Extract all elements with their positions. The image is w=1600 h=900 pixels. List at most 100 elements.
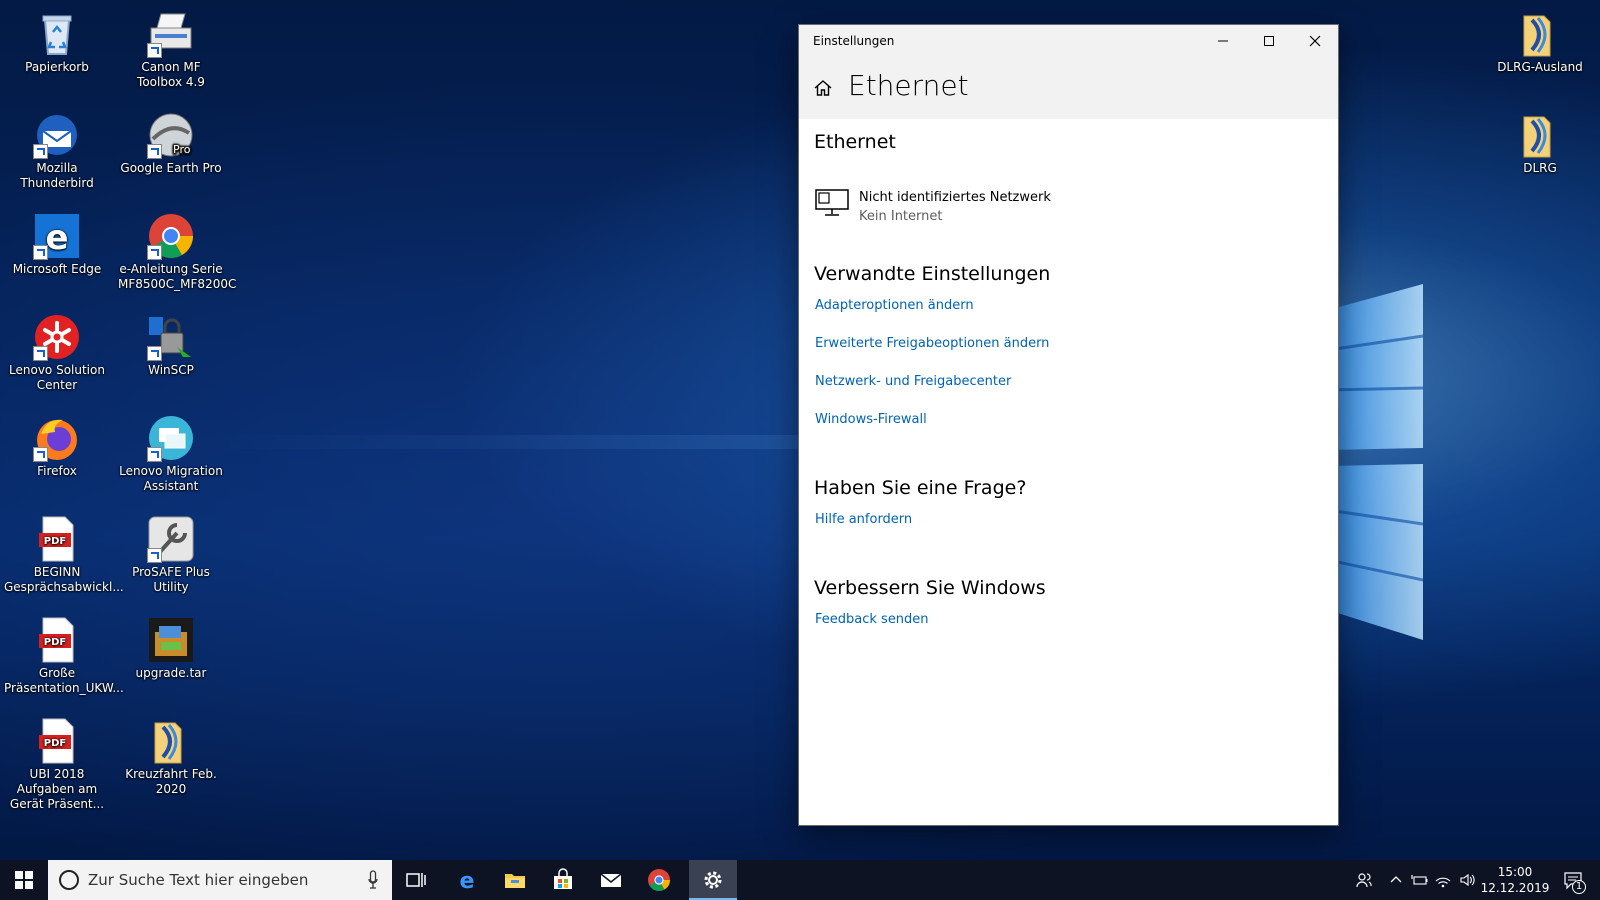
link-send-feedback[interactable]: Feedback senden bbox=[815, 612, 929, 627]
desktop-icon-thunderbird[interactable]: Mozilla Thunderbird bbox=[2, 105, 112, 191]
section-heading-question: Haben Sie eine Frage? bbox=[814, 477, 1027, 499]
volume-button[interactable] bbox=[1456, 860, 1478, 900]
home-icon[interactable] bbox=[813, 78, 833, 98]
desktop-icon-label: Lenovo Solution Center bbox=[9, 363, 105, 392]
desktop-icon-label: WinSCP bbox=[148, 363, 194, 377]
pdf-icon: PDF bbox=[33, 616, 81, 664]
desktop-icon-kreuzfahrt[interactable]: Kreuzfahrt Feb. 2020 bbox=[116, 711, 226, 797]
desktop-icon-edge[interactable]: e Microsoft Edge bbox=[2, 206, 112, 277]
desktop-icon-label: Firefox bbox=[37, 464, 77, 478]
search-placeholder: Zur Suche Text hier eingeben bbox=[88, 871, 309, 889]
network-status: Kein Internet bbox=[859, 209, 943, 224]
desktop-icon-pdf-ubi[interactable]: PDF UBI 2018 Aufgaben am Gerät Präsent..… bbox=[2, 711, 112, 812]
show-hidden-icons-button[interactable] bbox=[1386, 860, 1406, 900]
edge-icon: e bbox=[33, 212, 81, 260]
desktop-icon-label: DLRG bbox=[1523, 161, 1557, 175]
shortcut-arrow-icon bbox=[147, 144, 162, 159]
svg-text:PDF: PDF bbox=[44, 637, 66, 648]
windows-start-icon bbox=[15, 871, 33, 889]
people-button[interactable] bbox=[1352, 860, 1376, 900]
maximize-button[interactable] bbox=[1246, 25, 1292, 57]
desktop-icon-lenovo-solution-center[interactable]: Lenovo Solution Center bbox=[2, 307, 112, 393]
link-adapter-options[interactable]: Adapteroptionen ändern bbox=[815, 298, 974, 313]
desktop-icon-recycle-bin[interactable]: Papierkorb bbox=[2, 4, 112, 75]
minimize-button[interactable] bbox=[1200, 25, 1246, 57]
minimize-icon bbox=[1218, 40, 1228, 42]
link-advanced-sharing[interactable]: Erweiterte Freigabeoptionen ändern bbox=[815, 336, 1049, 351]
svg-text:PDF: PDF bbox=[44, 536, 66, 547]
clock-date: 12.12.2019 bbox=[1480, 881, 1550, 895]
battery-icon bbox=[1411, 875, 1428, 885]
desktop-icon-winscp[interactable]: WinSCP bbox=[116, 307, 226, 378]
desktop-icon-label: UBI 2018 Aufgaben am Gerät Präsent... bbox=[9, 767, 105, 811]
desktop-icon-firefox[interactable]: Firefox bbox=[2, 408, 112, 479]
windows-logo-wallpaper bbox=[1327, 270, 1424, 650]
page-title: Ethernet bbox=[848, 69, 969, 102]
maximize-icon bbox=[1264, 36, 1274, 46]
desktop-icon-lenovo-migration[interactable]: Lenovo Migration Assistant bbox=[116, 408, 226, 494]
svg-text:PDF: PDF bbox=[44, 738, 66, 749]
desktop-icon-upgrade-tar[interactable]: upgrade.tar bbox=[116, 610, 226, 681]
network-name[interactable]: Nicht identifiziertes Netzwerk bbox=[859, 190, 1051, 205]
link-windows-firewall[interactable]: Windows-Firewall bbox=[815, 412, 927, 427]
shortcut-arrow-icon bbox=[33, 447, 48, 462]
folder-icon bbox=[147, 717, 195, 765]
desktop-icon-dlrg-ausland[interactable]: DLRG-Ausland bbox=[1485, 4, 1595, 75]
desktop-icon-label: Mozilla Thunderbird bbox=[20, 161, 94, 190]
window-titlebar[interactable]: Einstellungen bbox=[799, 25, 1338, 57]
action-center-button[interactable]: 1 bbox=[1555, 860, 1591, 900]
task-view-button[interactable] bbox=[392, 860, 440, 900]
desktop-icon-canon-toolbox[interactable]: Canon MF Toolbox 4.9 bbox=[116, 4, 226, 90]
section-heading-improve: Verbessern Sie Windows bbox=[814, 577, 1046, 599]
taskbar-chrome[interactable] bbox=[635, 860, 683, 900]
google-earth-icon: Pro bbox=[147, 111, 195, 159]
chevron-up-icon bbox=[1390, 876, 1402, 883]
desktop-icon-label: upgrade.tar bbox=[135, 666, 207, 680]
clock-time: 15:00 bbox=[1497, 865, 1533, 879]
shortcut-arrow-icon bbox=[147, 548, 162, 563]
ethernet-monitor-icon[interactable] bbox=[815, 189, 849, 217]
chrome-icon bbox=[648, 869, 670, 891]
taskbar-mail[interactable] bbox=[587, 860, 635, 900]
link-get-help[interactable]: Hilfe anfordern bbox=[815, 512, 912, 527]
desktop-icon-dlrg[interactable]: DLRG bbox=[1485, 105, 1595, 176]
desktop-icon-label: Papierkorb bbox=[25, 60, 89, 74]
desktop-icon-label: Große Präsentation_UKW... bbox=[4, 666, 124, 695]
shortcut-arrow-icon bbox=[147, 43, 162, 58]
section-heading-ethernet: Ethernet bbox=[814, 131, 896, 153]
pdf-icon: PDF bbox=[33, 717, 81, 765]
start-button[interactable] bbox=[0, 860, 48, 900]
desktop-icon-label: Microsoft Edge bbox=[12, 262, 102, 276]
page-header: Ethernet bbox=[799, 57, 1338, 119]
folder-icon bbox=[1516, 111, 1564, 159]
taskbar-clock[interactable]: 15:00 12.12.2019 bbox=[1480, 864, 1550, 896]
link-network-sharing-center[interactable]: Netzwerk- und Freigabecenter bbox=[815, 374, 1011, 389]
taskbar-file-explorer[interactable] bbox=[491, 860, 539, 900]
desktop-icon-label: Google Earth Pro bbox=[120, 161, 222, 175]
desktop-icon-pdf-beginn[interactable]: PDF BEGINN Gesprächsabwickl... bbox=[2, 509, 124, 595]
taskbar-search-box[interactable]: Zur Suche Text hier eingeben bbox=[48, 860, 392, 900]
microphone-icon[interactable] bbox=[368, 870, 378, 890]
taskbar-settings[interactable] bbox=[689, 860, 737, 900]
close-button[interactable] bbox=[1292, 25, 1338, 57]
taskbar-edge[interactable]: e bbox=[443, 860, 491, 900]
winscp-icon bbox=[147, 313, 195, 361]
lenovo-migration-icon bbox=[147, 414, 195, 462]
gear-icon bbox=[704, 871, 722, 889]
desktop-icon-label: Kreuzfahrt Feb. 2020 bbox=[125, 767, 217, 796]
speaker-icon bbox=[1460, 873, 1475, 887]
firefox-icon bbox=[33, 414, 81, 462]
shortcut-arrow-icon bbox=[33, 144, 48, 159]
desktop-icon-google-earth[interactable]: Pro Google Earth Pro bbox=[116, 105, 226, 176]
settings-window: Einstellungen Ethernet Ethernet Nicht id… bbox=[799, 25, 1338, 825]
desktop-icon-pdf-grosse[interactable]: PDF Große Präsentation_UKW... bbox=[2, 610, 124, 696]
window-title: Einstellungen bbox=[813, 34, 895, 48]
battery-button[interactable] bbox=[1408, 860, 1430, 900]
desktop-icon-e-anleitung[interactable]: e-Anleitung Serie MF8500C_MF8200C bbox=[116, 206, 237, 292]
svg-text:e: e bbox=[460, 869, 475, 892]
network-tray-button[interactable] bbox=[1432, 860, 1454, 900]
desktop-icon-label: e-Anleitung Serie MF8500C_MF8200C bbox=[118, 262, 237, 291]
desktop-icon-label: ProSAFE Plus Utility bbox=[132, 565, 210, 594]
taskbar-store[interactable] bbox=[539, 860, 587, 900]
desktop-icon-prosafe[interactable]: ProSAFE Plus Utility bbox=[116, 509, 226, 595]
